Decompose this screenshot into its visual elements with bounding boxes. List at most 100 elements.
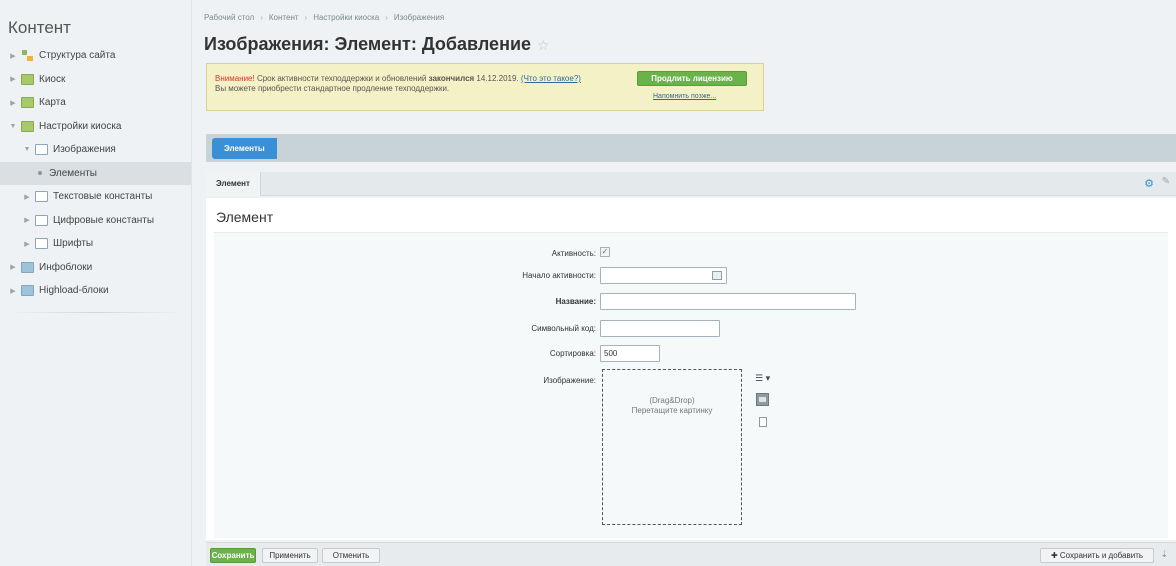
breadcrumb-separator-icon: › xyxy=(260,13,263,22)
sidebar-item-images[interactable]: ▼ Изображения xyxy=(0,138,191,162)
sidebar-item-digit-constants[interactable]: ▶ Цифровые константы xyxy=(0,209,191,233)
iblock-icon xyxy=(21,97,34,109)
pin-icon[interactable]: ⇣ xyxy=(1160,549,1168,560)
plus-icon: ✚ xyxy=(1050,551,1060,560)
sidebar-item-label: Highload-блоки xyxy=(39,285,109,297)
breadcrumb-item[interactable]: Настройки киоска xyxy=(313,13,379,22)
sidebar-item-label: Элементы xyxy=(49,167,97,179)
elements-button[interactable]: Элементы xyxy=(212,138,277,159)
sidebar: Контент ▶ Структура сайта ▶ Киоск ▶ Карт… xyxy=(0,0,192,566)
remind-later-link[interactable]: Напомнить позже... xyxy=(653,93,716,100)
form-tabs: Элемент ⚙ ✎ xyxy=(206,172,1176,196)
image-label: Изображение: xyxy=(543,376,596,385)
sidebar-item-text-constants[interactable]: ▶ Текстовые константы xyxy=(0,185,191,209)
notice-text-part: Срок активности техподдержки и обновлени… xyxy=(254,74,429,83)
gear-icon[interactable]: ⚙ xyxy=(1144,177,1154,190)
start-activity-label: Начало активности: xyxy=(522,271,596,280)
notice-date: 14.12.2019. xyxy=(474,74,521,83)
sidebar-nav: ▶ Структура сайта ▶ Киоск ▶ Карта ▼ Наст… xyxy=(0,44,191,303)
chevron-right-icon[interactable]: ▶ xyxy=(8,263,18,271)
chevron-right-icon[interactable]: ▶ xyxy=(22,193,32,201)
notice-text: Внимание! Срок активности техподдержки и… xyxy=(215,74,581,94)
menu-icon[interactable]: ☰ ▾ xyxy=(754,372,778,386)
sidebar-item-fonts[interactable]: ▶ Шрифты xyxy=(0,232,191,256)
sidebar-item-site-structure[interactable]: ▶ Структура сайта xyxy=(0,44,191,68)
sidebar-item-kiosk-settings[interactable]: ▼ Настройки киоска xyxy=(0,115,191,139)
breadcrumb: Рабочий стол › Контент › Настройки киоска › Из… xyxy=(204,13,444,22)
sidebar-item-label: Текстовые константы xyxy=(53,191,153,203)
sidebar-item-label: Шрифты xyxy=(53,238,94,250)
section-icon xyxy=(35,144,48,156)
element-form: Элемент Активность: ✓ Начало активности:… xyxy=(206,198,1176,540)
chevron-right-icon[interactable]: ▶ xyxy=(22,216,32,224)
breadcrumb-item[interactable]: Изображения xyxy=(394,13,444,22)
file-icon[interactable] xyxy=(759,417,767,427)
sidebar-item-label: Цифровые константы xyxy=(53,214,155,226)
calendar-icon[interactable] xyxy=(712,271,722,280)
code-input[interactable] xyxy=(600,320,720,337)
breadcrumb-item[interactable]: Контент xyxy=(269,13,299,22)
image-dropzone[interactable]: (Drag&Drop) Перетащите картинку xyxy=(602,369,742,525)
page-title-text: Изображения: Элемент: Добавление xyxy=(204,34,532,54)
dropzone-line2: Перетащите картинку xyxy=(631,406,713,415)
pin-icon[interactable]: ✎ xyxy=(1162,176,1170,187)
apply-button[interactable]: Применить xyxy=(262,548,318,563)
sidebar-item-elements[interactable]: Элементы xyxy=(0,161,191,185)
notice-bold: закончился xyxy=(428,74,475,83)
sidebar-title: Контент xyxy=(8,18,71,37)
site-structure-icon xyxy=(21,50,34,62)
infoblock-icon xyxy=(21,261,34,273)
license-notice: Внимание! Срок активности техподдержки и… xyxy=(206,63,764,111)
chevron-right-icon[interactable]: ▶ xyxy=(8,287,18,295)
image-upload-icon[interactable] xyxy=(756,393,769,406)
name-label: Название: xyxy=(555,297,596,306)
dropzone-line1: (Drag&Drop) xyxy=(649,396,695,405)
chevron-down-icon[interactable]: ▼ xyxy=(8,123,18,130)
breadcrumb-separator-icon: › xyxy=(304,13,308,22)
save-and-add-label: Сохранить и добавить xyxy=(1059,551,1144,560)
what-is-it-link[interactable]: (Что это такое?) xyxy=(521,74,581,83)
dropzone-text: (Drag&Drop) Перетащите картинку xyxy=(603,396,741,416)
extend-license-button[interactable]: Продлить лицензию xyxy=(637,71,747,86)
bottom-toolbar: Сохранить Применить Отменить ✚ Сохранить… xyxy=(206,542,1176,566)
sidebar-item-highload[interactable]: ▶ Highload-блоки xyxy=(0,279,191,303)
chevron-down-icon[interactable]: ▼ xyxy=(22,146,32,153)
sidebar-item-label: Карта xyxy=(39,97,66,109)
sidebar-item-label: Киоск xyxy=(39,73,66,85)
sidebar-divider xyxy=(8,312,184,313)
breadcrumb-item[interactable]: Рабочий стол xyxy=(204,13,254,22)
start-activity-input[interactable] xyxy=(600,267,727,284)
main-content: Рабочий стол › Контент › Настройки киоска › Из… xyxy=(192,0,1176,566)
code-label: Символьный код: xyxy=(531,324,596,333)
breadcrumb-separator-icon: › xyxy=(385,13,388,22)
sidebar-item-infoblocks[interactable]: ▶ Инфоблоки xyxy=(0,256,191,280)
activity-label: Активность: xyxy=(551,249,596,258)
iblock-icon xyxy=(21,120,34,132)
form-heading: Элемент xyxy=(216,209,274,225)
sort-input[interactable]: 500 xyxy=(600,345,660,362)
highload-icon xyxy=(21,285,34,297)
save-and-add-button[interactable]: ✚ Сохранить и добавить xyxy=(1040,548,1154,563)
star-icon[interactable]: ☆ xyxy=(537,37,550,53)
section-icon xyxy=(35,214,48,226)
cancel-button[interactable]: Отменить xyxy=(322,548,380,563)
sidebar-item-label: Настройки киоска xyxy=(39,120,122,132)
tab-element[interactable]: Элемент xyxy=(206,172,261,196)
page-title: Изображения: Элемент: Добавление ☆ xyxy=(204,34,550,55)
chevron-right-icon[interactable]: ▶ xyxy=(8,75,18,83)
name-input[interactable] xyxy=(600,293,856,310)
chevron-right-icon[interactable]: ▶ xyxy=(22,240,32,248)
sidebar-item-label: Инфоблоки xyxy=(39,261,93,273)
notice-line2: Вы можете приобрести стандартное продлен… xyxy=(215,84,450,93)
bullet-icon xyxy=(38,171,42,176)
sidebar-item-map[interactable]: ▶ Карта xyxy=(0,91,191,115)
context-tabbar: Элементы xyxy=(206,134,1176,162)
section-icon xyxy=(35,191,48,203)
notice-warning: Внимание! xyxy=(215,74,255,83)
chevron-right-icon[interactable]: ▶ xyxy=(8,99,18,107)
activity-checkbox[interactable]: ✓ xyxy=(600,247,610,257)
save-button[interactable]: Сохранить xyxy=(210,548,256,563)
chevron-right-icon[interactable]: ▶ xyxy=(8,52,18,60)
sidebar-item-kiosk[interactable]: ▶ Киоск xyxy=(0,68,191,92)
sidebar-item-label: Структура сайта xyxy=(39,50,116,62)
